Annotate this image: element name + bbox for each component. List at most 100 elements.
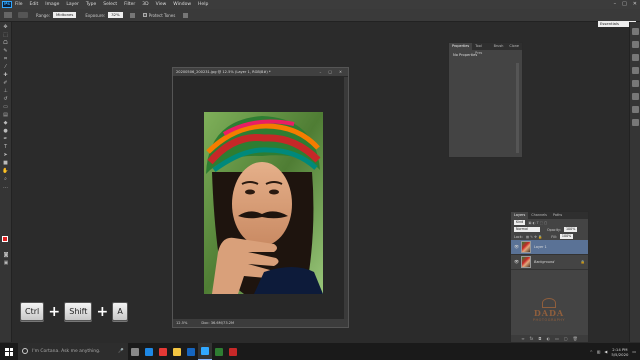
menu-file[interactable]: File: [15, 2, 23, 7]
tab-brush[interactable]: Brush: [491, 43, 507, 50]
pen-tool-icon[interactable]: ✒: [2, 136, 10, 142]
lasso-tool-icon[interactable]: ᗝ: [2, 40, 10, 46]
paragraph-panel-icon[interactable]: [631, 119, 639, 126]
pressure-icon[interactable]: [183, 12, 189, 18]
layer-row-layer-1[interactable]: 👁 Layer 1: [511, 240, 588, 255]
mask-icon[interactable]: ◘: [538, 336, 541, 341]
menu-type[interactable]: Type: [86, 2, 96, 7]
explorer-icon[interactable]: [170, 343, 184, 360]
portrait-photo[interactable]: [204, 112, 323, 294]
tab-clone[interactable]: Clone: [506, 43, 522, 50]
tab-layers[interactable]: Layers: [511, 212, 529, 219]
menu-layer[interactable]: Layer: [66, 2, 79, 7]
store-icon[interactable]: [184, 343, 198, 360]
screen-mode-icon[interactable]: ▣: [2, 260, 10, 266]
dodge-tool-icon[interactable]: ●: [2, 128, 10, 134]
document-scrollbar[interactable]: [344, 77, 348, 319]
document-tab[interactable]: 20200506_200231.jpg @ 12.5% (Layer 1, RG…: [173, 68, 348, 76]
menu-view[interactable]: View: [156, 2, 167, 7]
path-select-tool-icon[interactable]: ➤: [2, 152, 10, 158]
microphone-icon[interactable]: 🎤: [118, 343, 124, 360]
opacity-input[interactable]: 100%: [563, 227, 578, 232]
menu-window[interactable]: Window: [173, 2, 191, 7]
blur-tool-icon[interactable]: ◆: [2, 120, 10, 126]
chrome-icon[interactable]: [156, 343, 170, 360]
properties-scrollbar[interactable]: [516, 63, 519, 153]
exposure-input[interactable]: 32%: [108, 12, 123, 18]
tab-paths[interactable]: Paths: [550, 212, 565, 219]
eyedropper-tool-icon[interactable]: ⁄: [2, 64, 10, 70]
link-icon[interactable]: ∞: [521, 336, 524, 341]
edge-icon[interactable]: [142, 343, 156, 360]
cortana-search[interactable]: I'm Cortana. Ask me anything. 🎤: [18, 343, 128, 360]
history-panel-icon[interactable]: [631, 28, 639, 35]
photoshop-icon[interactable]: [198, 343, 212, 360]
menu-filter[interactable]: Filter: [124, 2, 135, 7]
notifications-icon[interactable]: ▭: [632, 349, 636, 354]
tab-channels[interactable]: Channels: [528, 212, 550, 219]
crop-tool-icon[interactable]: ⌗: [2, 56, 10, 62]
history-brush-tool-icon[interactable]: ↺: [2, 96, 10, 102]
swatches-panel-icon[interactable]: [631, 54, 639, 61]
network-icon[interactable]: ▥: [597, 349, 601, 354]
foreground-color-swatch[interactable]: [2, 236, 8, 242]
start-button[interactable]: [0, 343, 18, 360]
document-window-controls[interactable]: – □ ✕: [320, 68, 346, 76]
menu-select[interactable]: Select: [103, 2, 117, 7]
clone-stamp-tool-icon[interactable]: ⊥: [2, 88, 10, 94]
type-tool-icon[interactable]: T: [2, 144, 10, 150]
more-tools-icon[interactable]: …: [2, 184, 10, 190]
fill-input[interactable]: 100%: [559, 234, 574, 239]
document-size[interactable]: Doc: 36.6M/73.2M: [201, 319, 234, 327]
menu-edit[interactable]: Edit: [30, 2, 39, 7]
brush-size-icon[interactable]: [18, 12, 28, 18]
color-panel-icon[interactable]: [631, 41, 639, 48]
folder-icon[interactable]: ▭: [555, 336, 559, 341]
info-panel-icon[interactable]: [631, 93, 639, 100]
range-select[interactable]: Midtones: [53, 12, 77, 18]
menu-3d[interactable]: 3D: [142, 2, 148, 7]
styles-panel-icon[interactable]: [631, 80, 639, 87]
tool-preset-icon[interactable]: [4, 12, 12, 18]
layer-row-background[interactable]: 👁 Background 🔒: [511, 255, 588, 270]
layer-kind-select[interactable]: Kind: [514, 220, 526, 225]
airbrush-icon[interactable]: [129, 12, 135, 18]
gradient-tool-icon[interactable]: ▤: [2, 112, 10, 118]
adjust-icon[interactable]: ◐: [547, 336, 551, 341]
quick-mask-icon[interactable]: ◙: [2, 252, 10, 258]
eraser-tool-icon[interactable]: ▭: [2, 104, 10, 110]
clock[interactable]: 2:14 PM 5/5/2020: [611, 347, 628, 357]
blend-mode-select[interactable]: Normal: [514, 227, 540, 232]
fx-icon[interactable]: fx: [530, 336, 534, 341]
task-view-icon[interactable]: [128, 343, 142, 360]
tab-tool-presets[interactable]: Tool Pres: [472, 43, 490, 55]
eye-icon[interactable]: 👁: [514, 260, 519, 264]
tab-properties[interactable]: Properties: [449, 43, 473, 50]
healing-tool-icon[interactable]: ✚: [2, 72, 10, 78]
filter-icons[interactable]: ▣ ◐ T ⬚ ▢: [528, 221, 547, 225]
new-layer-icon[interactable]: ▢: [564, 336, 568, 341]
zoom-level[interactable]: 12.5%: [176, 319, 187, 327]
protect-tones-checkbox[interactable]: [142, 13, 147, 17]
move-tool-icon[interactable]: ✥: [2, 24, 10, 30]
menu-image[interactable]: Image: [45, 2, 59, 7]
eye-icon[interactable]: 👁: [514, 245, 519, 249]
excel-icon[interactable]: [212, 343, 226, 360]
hand-tool-icon[interactable]: ✋: [2, 168, 10, 174]
zoom-tool-icon[interactable]: ⌕: [2, 176, 10, 182]
menu-help[interactable]: Help: [198, 2, 208, 7]
marquee-tool-icon[interactable]: ⬚: [2, 32, 10, 38]
shape-tool-icon[interactable]: ■: [2, 160, 10, 166]
minimize-button[interactable]: –: [614, 1, 617, 7]
maximize-button[interactable]: □: [622, 1, 627, 7]
lock-icons[interactable]: ▦ ✎ ✥ 🔒: [526, 235, 542, 239]
adjustments-panel-icon[interactable]: [631, 67, 639, 74]
character-panel-icon[interactable]: [631, 106, 639, 113]
volume-icon[interactable]: ◀: [604, 349, 607, 354]
brush-tool-icon[interactable]: ✐: [2, 80, 10, 86]
quick-select-tool-icon[interactable]: ✎: [2, 48, 10, 54]
app-icon[interactable]: [226, 343, 240, 360]
trash-icon[interactable]: 🗑: [573, 336, 578, 341]
close-button[interactable]: ✕: [633, 1, 637, 7]
canvas-area[interactable]: [174, 77, 344, 319]
